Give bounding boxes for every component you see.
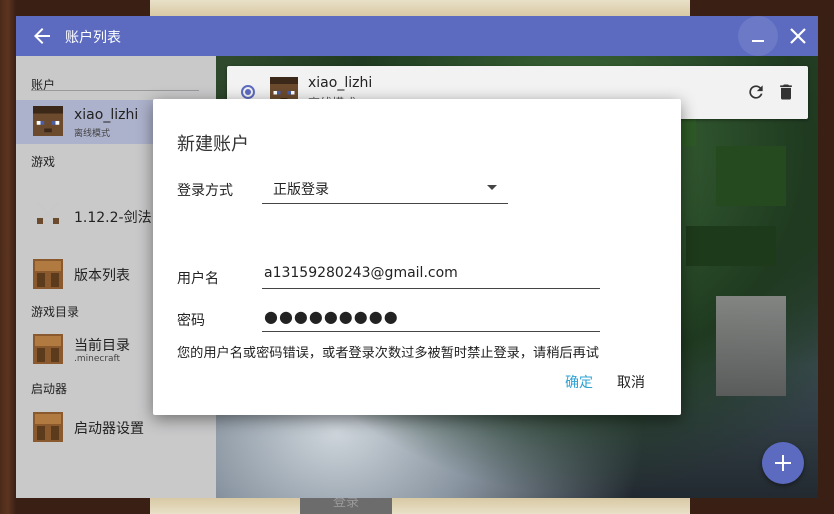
wolf-sprite — [716, 296, 786, 396]
window-title: 账户列表 — [65, 30, 121, 46]
crafting-table-icon — [33, 412, 63, 442]
username-value: a13159280243@gmail.com — [264, 265, 458, 281]
new-account-dialog: 新建账户 登录方式 正版登录 用户名 a13159280243@gmail.co… — [153, 99, 681, 415]
sidebar-item-title: 1.12.2-剑法 — [74, 210, 152, 226]
error-message: 您的用户名或密码错误，或者登录次数过多被暂时禁止登录，请稍后再试 — [177, 346, 599, 361]
sidebar-item-title: 当前目录 — [74, 338, 130, 354]
password-label: 密码 — [177, 313, 205, 329]
password-value: ●●●●●●●●● — [264, 307, 399, 326]
login-method-label: 登录方式 — [177, 183, 233, 199]
backdrop-bottom-edge — [150, 498, 690, 514]
section-label-game-dir: 游戏目录 — [31, 305, 80, 319]
account-name: xiao_lizhi — [308, 75, 373, 91]
bottom-login-tab: 登录 — [300, 498, 392, 514]
sidebar-item-title: 启动器设置 — [74, 421, 144, 437]
chevron-down-icon — [487, 185, 497, 190]
cancel-button[interactable]: 取消 — [613, 370, 649, 394]
login-method-select[interactable]: 正版登录 — [262, 173, 508, 204]
sidebar-item-title: 版本列表 — [74, 268, 130, 284]
close-icon[interactable] — [788, 26, 808, 46]
section-divider — [31, 90, 199, 91]
username-field[interactable]: a13159280243@gmail.com — [262, 262, 600, 289]
username-label: 用户名 — [177, 271, 219, 287]
crafting-table-icon — [33, 334, 63, 364]
add-icon[interactable] — [762, 442, 804, 484]
crossed-swords-icon — [35, 200, 61, 224]
dialog-title: 新建账户 — [177, 134, 249, 155]
title-bar: 账户列表 — [16, 16, 818, 56]
login-method-value: 正版登录 — [273, 182, 329, 198]
steve-avatar-icon — [33, 106, 63, 136]
delete-icon[interactable] — [776, 81, 796, 103]
account-radio[interactable] — [241, 85, 255, 99]
password-field[interactable]: ●●●●●●●●● — [262, 305, 600, 332]
section-label-launcher: 启动器 — [31, 382, 68, 396]
backdrop-top-edge — [150, 0, 690, 16]
sidebar-item-title: xiao_lizhi — [74, 107, 139, 123]
crafting-table-icon — [33, 259, 63, 289]
sidebar-item-subtitle: 离线模式 — [74, 129, 111, 139]
sidebar-item-subtitle: .minecraft — [74, 354, 121, 364]
minimize-icon[interactable] — [738, 16, 778, 56]
back-arrow-icon[interactable] — [30, 24, 54, 48]
confirm-button[interactable]: 确定 — [561, 370, 597, 394]
section-label-games: 游戏 — [31, 155, 56, 169]
refresh-icon[interactable] — [746, 82, 766, 102]
